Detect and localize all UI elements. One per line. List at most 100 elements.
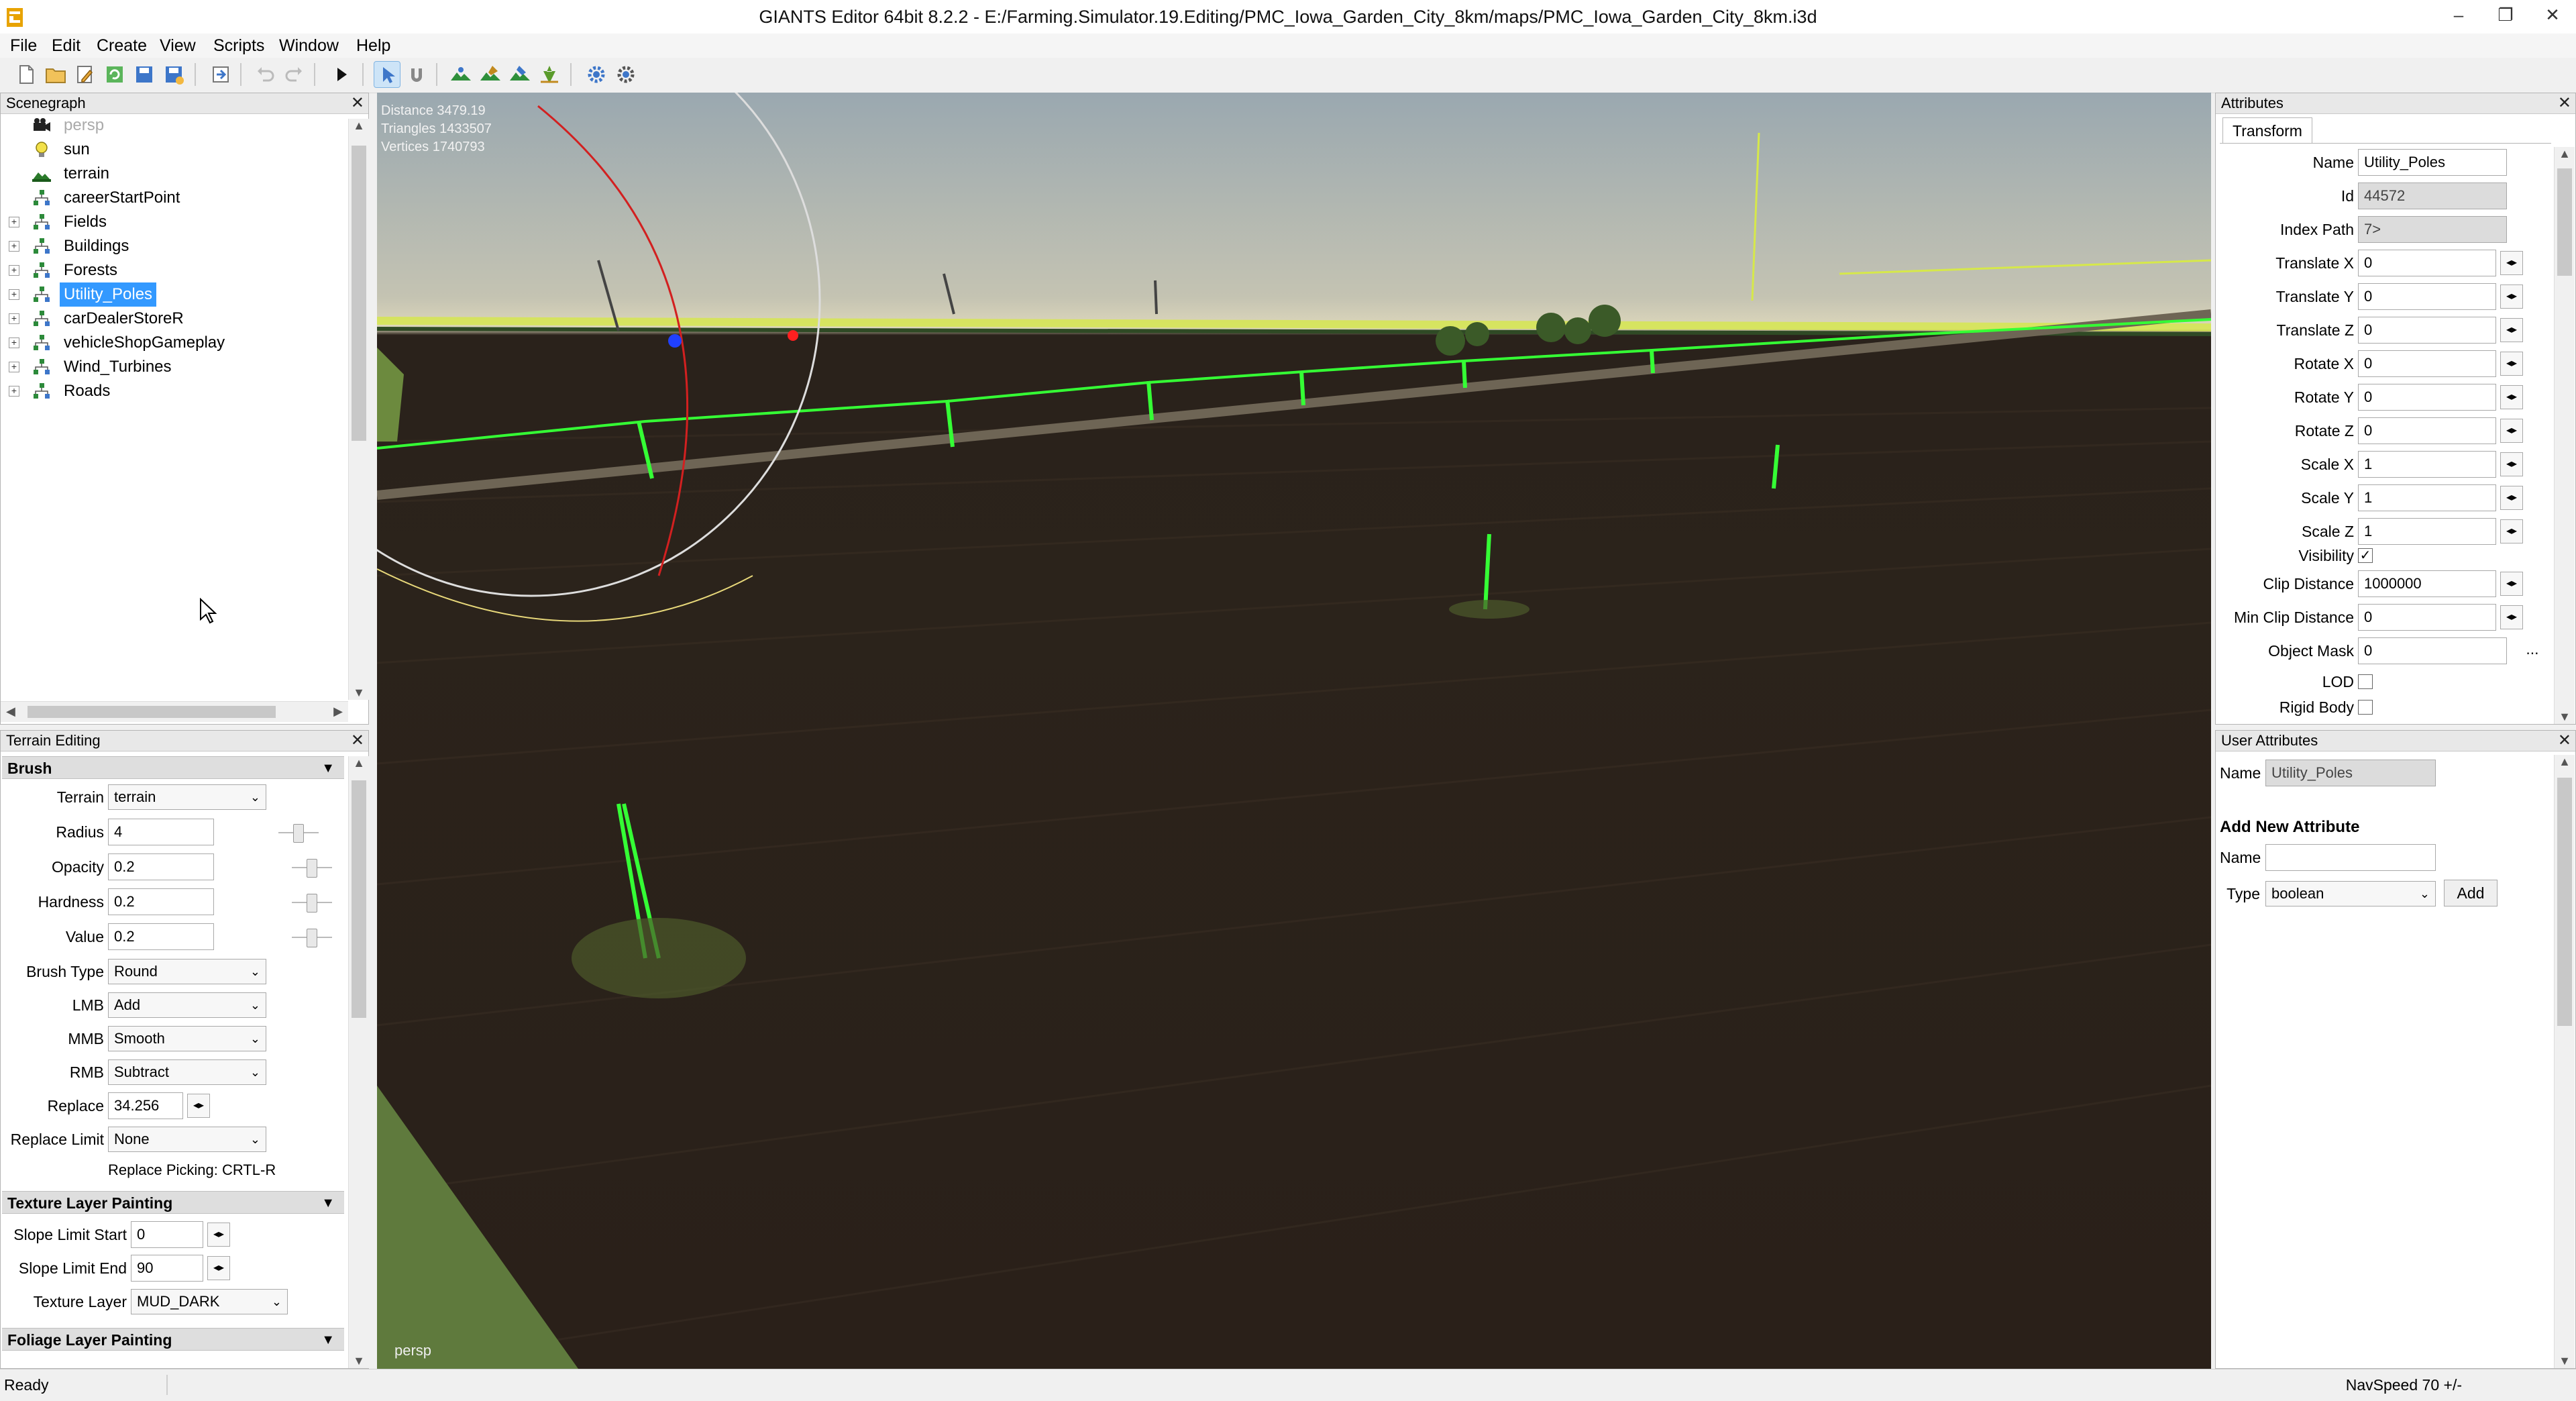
value-slider[interactable] (292, 927, 332, 947)
scroll-up-icon[interactable]: ▲ (2555, 147, 2575, 161)
restore-button[interactable]: ❐ (2482, 0, 2529, 30)
scrollbar-thumb[interactable] (2557, 778, 2572, 1026)
user-attributes-vertical-scrollbar[interactable]: ▲ ▼ (2554, 755, 2575, 1368)
opacity-input[interactable]: 0.2 (108, 853, 214, 880)
help-gear-icon[interactable] (613, 62, 639, 87)
scroll-up-icon[interactable]: ▲ (2555, 755, 2575, 769)
terrain-editing-vertical-scrollbar[interactable]: ▲ ▼ (348, 756, 369, 1368)
scroll-down-icon[interactable]: ▼ (2555, 1354, 2575, 1368)
refresh-icon[interactable] (102, 62, 127, 87)
scenegraph-item-sun[interactable]: sun (1, 138, 350, 162)
translate-z-spinner-icon[interactable]: ◂▸ (2500, 318, 2523, 342)
scenegraph-close-icon[interactable]: ✕ (351, 93, 364, 113)
slope-limit-start-input[interactable]: 0 (131, 1221, 203, 1248)
save-icon[interactable] (131, 62, 157, 87)
scrollbar-thumb[interactable] (352, 780, 366, 1018)
translate-z-input[interactable]: 0 (2358, 317, 2496, 344)
brush-type-select[interactable]: Round ⌄ (108, 959, 266, 984)
close-window-button[interactable]: ✕ (2529, 0, 2576, 30)
add-attribute-button[interactable]: Add (2444, 880, 2498, 906)
expand-toggle-icon[interactable]: + (9, 241, 19, 252)
minimize-button[interactable]: – (2435, 0, 2482, 30)
menu-help[interactable]: Help (352, 34, 395, 58)
scenegraph-item-roads[interactable]: + Roads (1, 379, 350, 403)
scale-y-input[interactable]: 1 (2358, 484, 2496, 511)
translate-x-spinner-icon[interactable]: ◂▸ (2500, 251, 2523, 275)
translate-x-input[interactable]: 0 (2358, 250, 2496, 276)
slider-knob[interactable] (307, 894, 317, 913)
slope-start-spinner-icon[interactable]: ◂▸ (207, 1223, 230, 1247)
import-icon[interactable] (208, 62, 233, 87)
slope-end-spinner-icon[interactable]: ◂▸ (207, 1256, 230, 1280)
scale-y-spinner-icon[interactable]: ◂▸ (2500, 486, 2523, 510)
edit-icon[interactable] (72, 62, 98, 87)
scale-x-input[interactable]: 1 (2358, 451, 2496, 478)
scenegraph-vertical-scrollbar[interactable]: ▲ ▼ (348, 119, 369, 700)
scroll-down-icon[interactable]: ▼ (349, 1354, 369, 1368)
settings-gear-icon[interactable] (584, 62, 609, 87)
hardness-input[interactable]: 0.2 (108, 888, 214, 915)
clip-distance-input[interactable]: 1000000 (2358, 570, 2496, 597)
magnet-icon[interactable] (404, 62, 429, 87)
hardness-slider[interactable] (292, 892, 332, 913)
collapse-triangle-icon[interactable]: ▼ (321, 1192, 335, 1214)
texture-layer-select[interactable]: MUD_DARK ⌄ (131, 1289, 288, 1314)
select-mode-icon[interactable] (374, 61, 400, 88)
slider-knob[interactable] (293, 824, 304, 843)
scrollbar-thumb[interactable] (2557, 168, 2572, 276)
scrollbar-thumb[interactable] (28, 706, 276, 718)
scroll-down-icon[interactable]: ▼ (349, 686, 369, 700)
user-attributes-close-icon[interactable]: ✕ (2558, 731, 2571, 751)
slider-knob[interactable] (307, 929, 317, 947)
new-attr-name-input[interactable] (2265, 844, 2436, 871)
translate-y-input[interactable]: 0 (2358, 283, 2496, 310)
menu-view[interactable]: View (155, 34, 201, 58)
expand-toggle-icon[interactable]: + (9, 289, 19, 300)
open-folder-icon[interactable] (43, 62, 68, 87)
expand-toggle-icon[interactable]: + (9, 362, 19, 372)
visibility-checkbox[interactable]: ✓ (2358, 548, 2373, 563)
terrain-select[interactable]: terrain ⌄ (108, 784, 266, 810)
scenegraph-item-careerstartpoint[interactable]: careerStartPoint (1, 186, 350, 210)
rotate-z-spinner-icon[interactable]: ◂▸ (2500, 419, 2523, 443)
mmb-select[interactable]: Smooth ⌄ (108, 1026, 266, 1051)
menu-file[interactable]: File (5, 34, 42, 58)
scale-x-spinner-icon[interactable]: ◂▸ (2500, 452, 2523, 476)
scenegraph-item-utility-poles[interactable]: + Utility_Poles (1, 282, 350, 307)
play-icon[interactable] (329, 62, 354, 87)
value-input[interactable]: 0.2 (108, 923, 214, 950)
expand-toggle-icon[interactable]: + (9, 386, 19, 397)
object-mask-input[interactable]: 0 (2358, 637, 2507, 664)
scenegraph-item-persp[interactable]: persp (1, 113, 350, 138)
foliage-paint-icon[interactable] (507, 62, 533, 87)
scroll-down-icon[interactable]: ▼ (2555, 710, 2575, 724)
save-as-icon[interactable] (161, 62, 186, 87)
menu-create[interactable]: Create (92, 34, 152, 58)
menu-scripts[interactable]: Scripts (209, 34, 269, 58)
opacity-slider[interactable] (292, 858, 332, 878)
brush-section-header[interactable]: Brush ▼ (2, 756, 344, 779)
rmb-select[interactable]: Subtract ⌄ (108, 1059, 266, 1085)
menu-edit[interactable]: Edit (47, 34, 85, 58)
expand-toggle-icon[interactable]: + (9, 313, 19, 324)
scenegraph-item-buildings[interactable]: + Buildings (1, 234, 350, 258)
menu-window[interactable]: Window (274, 34, 343, 58)
rotate-x-input[interactable]: 0 (2358, 350, 2496, 377)
slider-knob[interactable] (307, 859, 317, 878)
radius-slider[interactable] (278, 823, 319, 843)
rigid-body-checkbox[interactable] (2358, 700, 2373, 715)
scenegraph-item-terrain[interactable]: terrain (1, 162, 350, 186)
expand-toggle-icon[interactable]: + (9, 265, 19, 276)
scenegraph-item-wind-turbines[interactable]: + Wind_Turbines (1, 355, 350, 379)
scroll-left-icon[interactable]: ◀ (6, 705, 15, 719)
foliage-layer-section-header[interactable]: Foliage Layer Painting ▼ (2, 1328, 344, 1351)
min-clip-distance-input[interactable]: 0 (2358, 604, 2496, 631)
object-place-icon[interactable] (537, 62, 562, 87)
scroll-up-icon[interactable]: ▲ (349, 756, 369, 770)
lmb-select[interactable]: Add ⌄ (108, 992, 266, 1018)
scale-z-input[interactable]: 1 (2358, 518, 2496, 545)
rotate-x-spinner-icon[interactable]: ◂▸ (2500, 352, 2523, 376)
translate-y-spinner-icon[interactable]: ◂▸ (2500, 284, 2523, 309)
replace-input[interactable]: 34.256 (108, 1092, 183, 1119)
tab-transform[interactable]: Transform (2222, 117, 2312, 144)
